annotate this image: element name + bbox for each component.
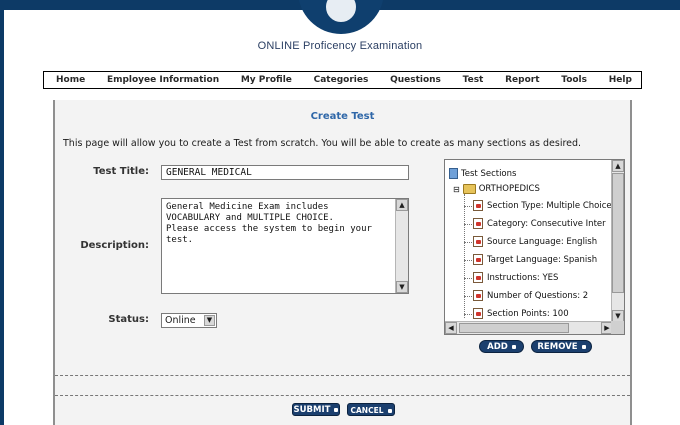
divider: [55, 395, 630, 396]
scroll-up-arrow-icon[interactable]: ▲: [612, 160, 624, 172]
tree-branch: [464, 224, 472, 225]
nav-report[interactable]: Report: [505, 75, 539, 85]
scroll-up-arrow-icon[interactable]: ▲: [396, 199, 408, 211]
document-icon: [473, 254, 483, 265]
main-navigation: Home Employee Information My Profile Cat…: [43, 71, 642, 89]
create-test-panel: Create Test This page will allow you to …: [53, 100, 632, 425]
tree-item-label: Source Language: English: [487, 236, 598, 247]
tree-item-label: Section Points: 100: [487, 308, 569, 319]
tree-item-label: Section Type: Multiple Choice: [487, 200, 612, 211]
description-label: Description:: [80, 240, 149, 251]
left-edge-band: [0, 0, 4, 425]
tree-item-label: Target Language: Spanish: [487, 254, 598, 265]
nav-categories[interactable]: Categories: [314, 75, 369, 85]
scroll-left-arrow-icon[interactable]: ◀: [445, 322, 457, 334]
scroll-down-arrow-icon[interactable]: ▼: [396, 281, 408, 293]
tree-branch: [464, 206, 472, 207]
scroll-thumb[interactable]: [459, 323, 569, 333]
tree-folder-label: ORTHOPEDICS: [478, 184, 540, 194]
scrollbar-corner: [611, 321, 624, 334]
root-node-icon: [449, 168, 458, 179]
status-label: Status:: [108, 314, 149, 325]
tree-item-label: Number of Questions: 2: [487, 290, 589, 301]
folder-icon: [462, 184, 476, 194]
remove-button-label: REMOVE: [537, 342, 578, 352]
intro-text: This page will allow you to create a Tes…: [63, 138, 582, 149]
tree-item[interactable]: Category: Consecutive Inter: [473, 218, 606, 229]
document-icon: [473, 218, 483, 229]
tree-item[interactable]: Target Language: Spanish: [473, 254, 597, 265]
document-icon: [473, 272, 483, 283]
document-icon: [473, 200, 483, 211]
collapse-icon[interactable]: ⊟: [453, 185, 460, 194]
nav-tools[interactable]: Tools: [561, 75, 587, 85]
status-value: Online: [165, 315, 196, 326]
tree-branch: [464, 260, 472, 261]
tree-folder-orthopedics[interactable]: ⊟ ORTHOPEDICS: [453, 184, 540, 194]
add-button[interactable]: ADD: [479, 340, 524, 353]
remove-button[interactable]: REMOVE: [531, 340, 592, 353]
nav-employee-information[interactable]: Employee Information: [107, 75, 219, 85]
cancel-button[interactable]: CANCEL: [347, 403, 395, 416]
tree-item-label: Category: Consecutive Inter: [487, 218, 606, 229]
test-title-label: Test Title:: [93, 166, 149, 177]
scroll-thumb[interactable]: [612, 173, 624, 293]
document-icon: [473, 308, 483, 319]
nav-questions[interactable]: Questions: [390, 75, 441, 85]
nav-my-profile[interactable]: My Profile: [241, 75, 292, 85]
divider: [55, 375, 630, 376]
description-scrollbar[interactable]: ▲ ▼: [395, 199, 408, 293]
nav-home[interactable]: Home: [56, 75, 85, 85]
tree-item-label: Instructions: YES: [487, 272, 559, 283]
submit-button-label: SUBMIT: [293, 405, 331, 415]
tree-vertical-scrollbar[interactable]: ▲ ▼: [611, 160, 624, 322]
description-textarea[interactable]: General Medicine Exam includes VOCABULAR…: [161, 198, 409, 294]
description-text: General Medicine Exam includes VOCABULAR…: [166, 202, 372, 245]
document-icon: [473, 290, 483, 301]
chevron-down-icon[interactable]: ▼: [204, 315, 215, 326]
tree-root-label: Test Sections: [461, 168, 517, 179]
nav-test[interactable]: Test: [463, 75, 484, 85]
tree-branch: [464, 278, 472, 279]
page-title: Create Test: [310, 111, 375, 122]
tree-item[interactable]: Source Language: English: [473, 236, 597, 247]
tree-item[interactable]: Section Type: Multiple Choice: [473, 200, 612, 211]
tree-root[interactable]: Test Sections: [449, 168, 516, 179]
status-select[interactable]: Online ▼: [161, 313, 217, 328]
tree-branch: [464, 296, 472, 297]
test-sections-tree[interactable]: Test Sections ⊟ ORTHOPEDICS Section Type…: [444, 159, 625, 335]
tree-connector: [464, 194, 465, 318]
nav-help[interactable]: Help: [609, 75, 632, 85]
tree-branch: [464, 314, 472, 315]
tree-branch: [464, 242, 472, 243]
add-button-label: ADD: [487, 342, 508, 352]
tree-horizontal-scrollbar[interactable]: ◀ ▶: [445, 321, 613, 334]
document-icon: [473, 236, 483, 247]
site-title: ONLINE Proficency Examination: [257, 40, 423, 52]
tree-item[interactable]: Instructions: YES: [473, 272, 558, 283]
cancel-button-label: CANCEL: [350, 406, 384, 415]
tree-item[interactable]: Section Points: 100: [473, 308, 569, 319]
site-logo: [298, 0, 384, 34]
test-title-input[interactable]: GENERAL MEDICAL: [161, 165, 409, 180]
tree-item[interactable]: Number of Questions: 2: [473, 290, 588, 301]
submit-button[interactable]: SUBMIT: [292, 403, 340, 416]
